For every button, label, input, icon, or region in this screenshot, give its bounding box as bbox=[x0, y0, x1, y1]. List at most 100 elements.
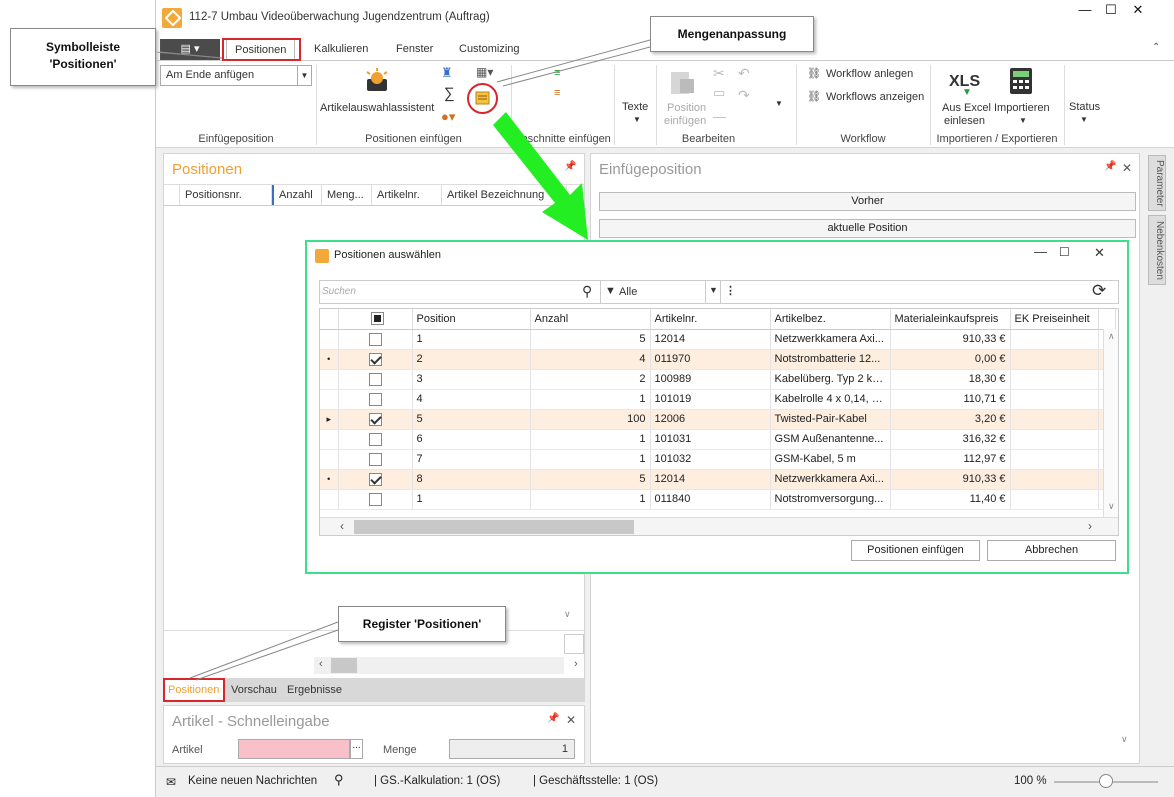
search-icon[interactable]: ⚲ bbox=[582, 283, 592, 300]
mail-icon[interactable]: ✉ bbox=[166, 775, 176, 789]
file-menu-button[interactable]: ▤ ▾ bbox=[160, 39, 220, 60]
search-input[interactable]: Suchen bbox=[322, 286, 356, 297]
cookie-icon[interactable]: ●▾ bbox=[441, 109, 455, 125]
chevron-down-icon[interactable]: ▼ bbox=[297, 66, 311, 85]
position-einfuegen-label-2[interactable]: einfügen bbox=[664, 115, 706, 127]
chevron-down-icon[interactable]: ▼ bbox=[1080, 115, 1088, 124]
grid-header-menge[interactable]: Meng... bbox=[322, 185, 372, 205]
row-checkbox[interactable] bbox=[368, 472, 382, 486]
chevron-down-icon[interactable]: ▼ bbox=[709, 285, 718, 295]
status-button[interactable]: Status bbox=[1069, 101, 1100, 113]
tab-fenster[interactable]: Fenster bbox=[388, 39, 441, 60]
cut-icon[interactable]: ✂ bbox=[713, 65, 725, 82]
menge-input[interactable]: 1 bbox=[449, 739, 575, 759]
header-artikelnr[interactable]: Artikelnr. bbox=[650, 309, 771, 330]
tab-positionen-register[interactable]: Positionen bbox=[168, 684, 219, 696]
row-checkbox[interactable] bbox=[368, 432, 382, 446]
calculator-icon[interactable] bbox=[1008, 66, 1034, 96]
table-row[interactable]: • 2 4 011970 Notstrombatterie 12... 0,00 € bbox=[320, 349, 1116, 370]
scrollbar-thumb[interactable] bbox=[331, 658, 357, 673]
table-row[interactable]: 3 2 100989 Kabelüberg. Typ 2 ko... 18,30 € bbox=[320, 369, 1116, 390]
scrollbar-thumb[interactable] bbox=[354, 520, 634, 534]
row-checkbox[interactable] bbox=[368, 372, 382, 386]
header-anzahl[interactable]: Anzahl bbox=[530, 309, 651, 330]
pin-icon[interactable]: 📌 bbox=[1104, 161, 1116, 172]
delete-icon[interactable]: — bbox=[713, 109, 726, 124]
close-icon[interactable]: ✕ bbox=[1126, 2, 1150, 20]
row-checkbox[interactable] bbox=[368, 392, 382, 406]
insert-positions-button[interactable]: Positionen einfügen bbox=[851, 540, 980, 561]
more-options-icon[interactable]: ⋮ bbox=[725, 284, 736, 297]
zoom-slider-thumb[interactable] bbox=[1099, 774, 1113, 788]
workflow-anlegen-button[interactable]: Workflow anlegen bbox=[826, 68, 913, 80]
scroll-left-icon[interactable]: ‹ bbox=[340, 519, 344, 533]
chevron-down-icon[interactable]: ▼ bbox=[775, 99, 783, 108]
filter-icon[interactable]: ▼ bbox=[605, 285, 616, 297]
header-artikelbez[interactable]: Artikelbez. bbox=[770, 309, 891, 330]
grid-header-positionsnr[interactable]: Positionsnr. bbox=[180, 185, 272, 205]
close-panel-icon[interactable]: ✕ bbox=[1122, 161, 1132, 175]
tab-kalkulieren[interactable]: Kalkulieren bbox=[306, 39, 376, 60]
scroll-down-icon[interactable]: ∨ bbox=[564, 609, 571, 620]
table-row[interactable]: 4 1 101019 Kabelrolle 4 x 0,14, b... 110,71 … bbox=[320, 389, 1116, 410]
section-insert-alt-icon[interactable]: ≡ bbox=[554, 87, 560, 99]
filter-value[interactable]: Alle bbox=[619, 286, 637, 298]
messages-status[interactable]: Keine neuen Nachrichten bbox=[188, 775, 317, 787]
chevron-down-icon[interactable]: ▼ bbox=[1019, 116, 1027, 125]
search-icon[interactable]: ⚲ bbox=[334, 772, 344, 788]
vertical-scrollbar[interactable]: ∧ ∨ bbox=[1103, 329, 1118, 517]
table-row[interactable]: • 8 5 12014 Netzwerkkamera Axi... 910,33 € bbox=[320, 469, 1116, 490]
side-tab-nebenkosten[interactable]: Nebenkosten bbox=[1148, 215, 1166, 285]
header-position[interactable]: Position bbox=[412, 309, 531, 330]
table-row[interactable]: 6 1 101031 GSM Außenantenne... 316,32 € bbox=[320, 429, 1116, 450]
pin-icon[interactable]: 📌 bbox=[547, 713, 559, 724]
scroll-right-icon[interactable]: › bbox=[1088, 519, 1092, 533]
header-select-all[interactable] bbox=[338, 309, 413, 330]
scroll-right-icon[interactable]: › bbox=[574, 658, 578, 670]
table-row[interactable]: 1 5 12014 Netzwerkkamera Axi... 910,33 € bbox=[320, 329, 1116, 350]
insert-mode-dropdown[interactable]: Am Ende anfügen ▼ bbox=[160, 65, 312, 86]
table-row[interactable]: 7 1 101032 GSM-Kabel, 5 m 112,97 € bbox=[320, 449, 1116, 470]
row-checkbox[interactable] bbox=[368, 452, 382, 466]
dialog-maximize-icon[interactable]: ☐ bbox=[1059, 245, 1070, 259]
aus-excel-label-2[interactable]: einlesen bbox=[944, 115, 985, 127]
undo-icon[interactable]: ↶ bbox=[738, 65, 750, 82]
tab-ergebnisse[interactable]: Ergebnisse bbox=[287, 684, 342, 696]
position-einfuegen-label-1[interactable]: Position bbox=[667, 102, 706, 114]
dialog-minimize-icon[interactable]: — bbox=[1034, 244, 1047, 259]
aus-excel-label-1[interactable]: Aus Excel bbox=[942, 102, 991, 114]
refresh-icon[interactable]: ⟳ bbox=[1092, 281, 1106, 301]
row-checkbox[interactable] bbox=[368, 412, 382, 426]
sum-icon[interactable]: ∑ bbox=[444, 85, 455, 102]
tab-customizing[interactable]: Customizing bbox=[451, 39, 528, 60]
table-row[interactable]: 1 1 011840 Notstromversorgung... 11,40 € bbox=[320, 489, 1116, 510]
importieren-button[interactable]: Importieren bbox=[994, 102, 1050, 114]
copy-icon[interactable]: ▭ bbox=[713, 85, 725, 101]
siren-icon[interactable]: ♜ bbox=[441, 65, 453, 81]
scroll-down-icon[interactable]: ∨ bbox=[1108, 501, 1115, 512]
redo-icon[interactable]: ↷ bbox=[738, 87, 750, 104]
row-checkbox[interactable] bbox=[368, 352, 382, 366]
artikel-input[interactable] bbox=[238, 739, 350, 759]
workflows-anzeigen-button[interactable]: Workflows anzeigen bbox=[826, 91, 924, 103]
insert-table-icon[interactable]: ▦▾ bbox=[476, 65, 493, 79]
vorher-button[interactable]: Vorher bbox=[599, 192, 1136, 211]
close-panel-icon[interactable]: ✕ bbox=[566, 713, 576, 727]
texte-button[interactable]: Texte bbox=[622, 101, 648, 113]
article-wizard-icon[interactable] bbox=[363, 67, 391, 95]
row-checkbox[interactable] bbox=[368, 492, 382, 506]
table-row[interactable]: ▸ 5 100 12006 Twisted-Pair-Kabel 3,20 € bbox=[320, 409, 1116, 430]
pin-icon[interactable]: 📌 bbox=[564, 161, 576, 172]
dialog-close-icon[interactable]: ✕ bbox=[1094, 245, 1105, 261]
ribbon-collapse-icon[interactable]: ⌃ bbox=[1152, 42, 1160, 53]
grid-header-anzahl[interactable]: Anzahl bbox=[272, 185, 322, 205]
minimize-icon[interactable]: — bbox=[1073, 2, 1097, 20]
select-all-checkbox[interactable] bbox=[370, 312, 384, 326]
artikel-browse-button[interactable]: ... bbox=[350, 739, 363, 759]
cancel-button[interactable]: Abbrechen bbox=[987, 540, 1116, 561]
grid-header-artikel-bezeichnung[interactable]: Artikel Bezeichnung bbox=[442, 185, 567, 205]
aktuelle-position-button[interactable]: aktuelle Position bbox=[599, 219, 1136, 238]
wizard-button[interactable]: Artikelauswahlassistent bbox=[320, 102, 434, 114]
header-ek-preiseinheit[interactable]: EK Preiseinheit bbox=[1010, 309, 1099, 330]
header-materialeinkaufspreis[interactable]: Materialeinkaufspreis bbox=[890, 309, 1011, 330]
